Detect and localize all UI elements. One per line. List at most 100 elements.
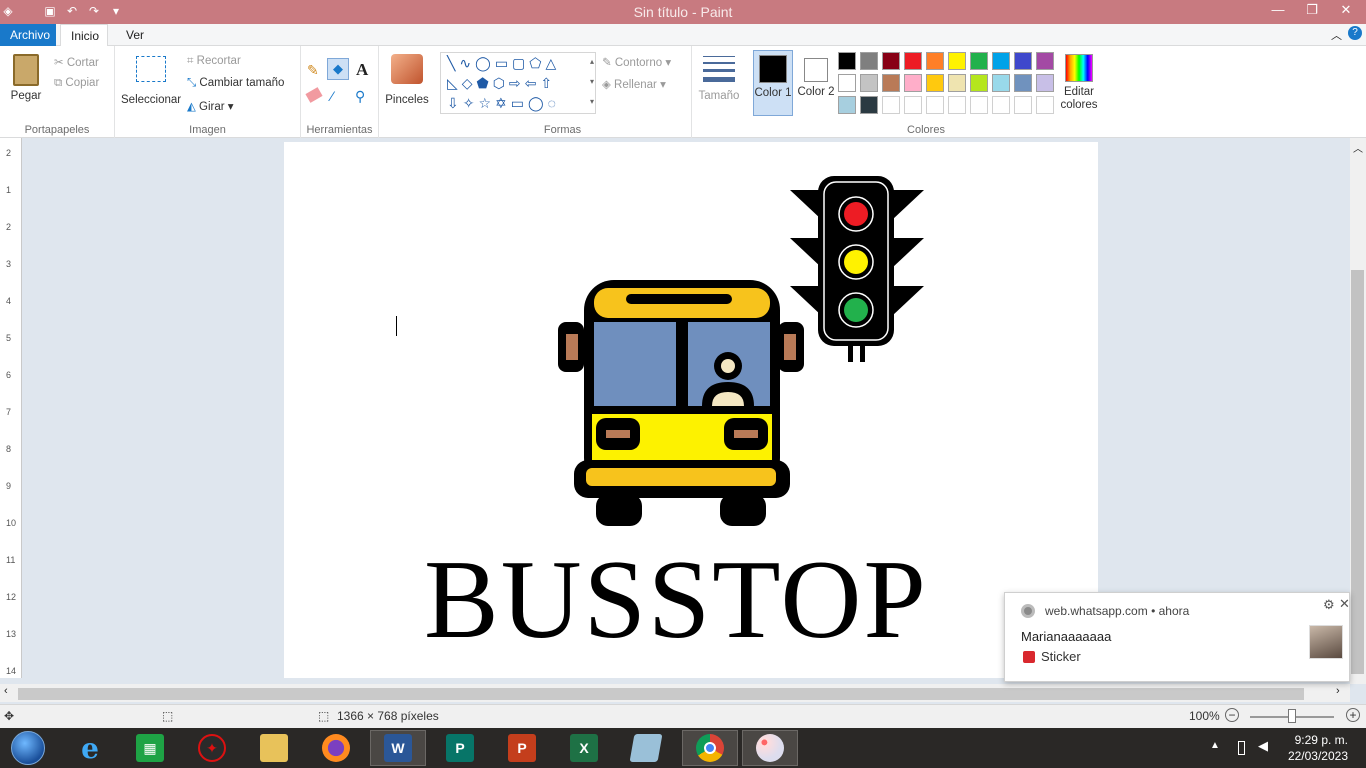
colors-group-label: Colores: [907, 124, 945, 136]
outline-button[interactable]: ✎ Contorno ▾: [602, 55, 671, 69]
select-button[interactable]: Seleccionar: [121, 52, 181, 114]
color-swatch[interactable]: [1036, 52, 1054, 70]
shapes-row-1: ╲∿◯▭▢⬠△: [447, 55, 561, 71]
close-icon[interactable]: ✕: [1339, 596, 1350, 612]
notification-toast[interactable]: web.whatsapp.com • ahora ⚙ ✕ Marianaaaaa…: [1004, 592, 1350, 682]
crop-button[interactable]: ⌗ Recortar: [187, 55, 241, 68]
color-swatch[interactable]: [992, 74, 1010, 92]
taskbar-powerpoint[interactable]: P: [494, 730, 550, 766]
brushes-button[interactable]: Pinceles: [383, 52, 431, 114]
notification-source: web.whatsapp.com • ahora: [1045, 604, 1190, 618]
volume-icon[interactable]: ◀: [1258, 738, 1268, 754]
taskbar-firefox[interactable]: [308, 730, 364, 766]
scroll-right-icon[interactable]: ›: [1336, 685, 1340, 697]
fill-bucket-icon[interactable]: ◆: [327, 58, 349, 80]
color-swatch[interactable]: [882, 52, 900, 70]
color-swatch[interactable]: [948, 74, 966, 92]
color-swatch[interactable]: [882, 74, 900, 92]
show-hidden-icons[interactable]: ▲: [1210, 740, 1220, 751]
zoom-slider-thumb[interactable]: [1288, 709, 1296, 723]
taskbar-app-notes[interactable]: [618, 730, 674, 766]
color-swatch[interactable]: [860, 52, 878, 70]
color-swatch[interactable]: [904, 52, 922, 70]
paste-button[interactable]: Pegar: [8, 52, 44, 112]
tab-ver[interactable]: Ver: [116, 24, 154, 46]
clock[interactable]: 9:29 p. m. 22/03/2023: [1288, 732, 1348, 764]
color-swatch[interactable]: [948, 96, 966, 114]
clipboard-group: Pegar ✂ Cortar ⧉ Copiar Portapapeles: [0, 46, 115, 138]
ribbon-tabs: Archivo Inicio Ver ︿ ?: [0, 24, 1366, 47]
color-picker-icon[interactable]: ⁄: [331, 88, 333, 104]
color1-button[interactable]: Color 1: [753, 50, 793, 116]
color-swatch[interactable]: [838, 74, 856, 92]
color-swatch[interactable]: [926, 52, 944, 70]
color-swatch[interactable]: [948, 52, 966, 70]
color-swatch[interactable]: [1036, 96, 1054, 114]
shapes-gallery-scroll[interactable]: ▴ ▾ ▾: [587, 52, 597, 114]
ruler-tick: 2: [6, 148, 12, 158]
color-swatch[interactable]: [992, 52, 1010, 70]
help-icon[interactable]: ?: [1348, 26, 1362, 40]
minimize-button[interactable]: —: [1264, 0, 1292, 22]
color2-button[interactable]: Color 2: [796, 50, 836, 116]
color-swatch[interactable]: [970, 96, 988, 114]
color-swatch[interactable]: [970, 74, 988, 92]
collapse-ribbon-icon[interactable]: ︿: [1331, 27, 1342, 43]
copy-button[interactable]: ⧉ Copiar: [54, 77, 99, 90]
edit-colors-button[interactable]: Editar colores: [1056, 52, 1102, 118]
color-swatch[interactable]: [970, 52, 988, 70]
color-swatch[interactable]: [1014, 52, 1032, 70]
color-swatch[interactable]: [860, 96, 878, 114]
taskbar-publisher[interactable]: P: [432, 730, 488, 766]
app-gear-icon: ✦: [198, 734, 226, 762]
fill-button[interactable]: ◈ Rellenar ▾: [602, 77, 666, 91]
color-swatch[interactable]: [882, 96, 900, 114]
magnifier-icon[interactable]: ⚲: [355, 88, 365, 105]
color-swatch[interactable]: [926, 74, 944, 92]
color-swatch[interactable]: [1036, 74, 1054, 92]
color-swatch[interactable]: [838, 96, 856, 114]
tab-inicio[interactable]: Inicio: [60, 24, 108, 47]
tab-archivo[interactable]: Archivo: [0, 24, 56, 46]
pencil-icon[interactable]: ✎: [307, 62, 319, 79]
cut-button[interactable]: ✂ Cortar: [54, 55, 99, 69]
scroll-up-icon[interactable]: ︿: [1353, 140, 1363, 155]
vertical-scroll-thumb[interactable]: [1351, 270, 1364, 674]
maximize-button[interactable]: ❐: [1298, 0, 1326, 22]
taskbar-word[interactable]: W: [370, 730, 426, 766]
taskbar-store[interactable]: ▦: [122, 730, 178, 766]
start-button[interactable]: [0, 730, 56, 766]
color-swatch[interactable]: [1014, 96, 1032, 114]
color-swatch[interactable]: [992, 96, 1010, 114]
size-button[interactable]: Tamaño: [698, 54, 740, 116]
taskbar-internet-explorer[interactable]: e: [62, 730, 118, 766]
window-title: Sin título - Paint: [633, 4, 733, 20]
zoom-out-button[interactable]: −: [1225, 708, 1239, 722]
color-swatch[interactable]: [904, 96, 922, 114]
ruler-tick: 14: [6, 666, 17, 676]
color-swatch[interactable]: [926, 96, 944, 114]
crop-label: Recortar: [196, 55, 241, 67]
eraser-icon[interactable]: [305, 87, 323, 103]
color-swatch[interactable]: [860, 74, 878, 92]
taskbar-chrome[interactable]: [682, 730, 738, 766]
text-tool-icon[interactable]: A: [356, 60, 368, 80]
taskbar-paint[interactable]: [742, 730, 798, 766]
drawing-canvas[interactable]: BUSSTOP: [284, 142, 1098, 678]
scroll-left-icon[interactable]: ‹: [4, 685, 8, 697]
zoom-in-button[interactable]: +: [1346, 708, 1360, 722]
resize-label: Cambiar tamaño: [199, 77, 285, 89]
taskbar-excel[interactable]: X: [556, 730, 612, 766]
color-swatch[interactable]: [1014, 74, 1032, 92]
close-button[interactable]: ✕: [1332, 0, 1360, 22]
rotate-button[interactable]: ◭ Girar ▾: [187, 99, 234, 113]
color-swatch[interactable]: [904, 74, 922, 92]
color-swatch[interactable]: [838, 52, 856, 70]
taskbar-file-explorer[interactable]: [246, 730, 302, 766]
shapes-gallery[interactable]: ╲∿◯▭▢⬠△ ◺◇⬟⬡⇨⇦⇧ ⇩✧☆✡▭◯◌: [440, 52, 596, 114]
settings-icon[interactable]: ⚙: [1323, 597, 1335, 613]
resize-button[interactable]: ⤡ Cambiar tamaño: [187, 77, 284, 90]
battery-icon[interactable]: [1238, 741, 1245, 755]
taskbar-app-red[interactable]: ✦: [184, 730, 240, 766]
horizontal-scroll-thumb[interactable]: [18, 688, 1304, 700]
